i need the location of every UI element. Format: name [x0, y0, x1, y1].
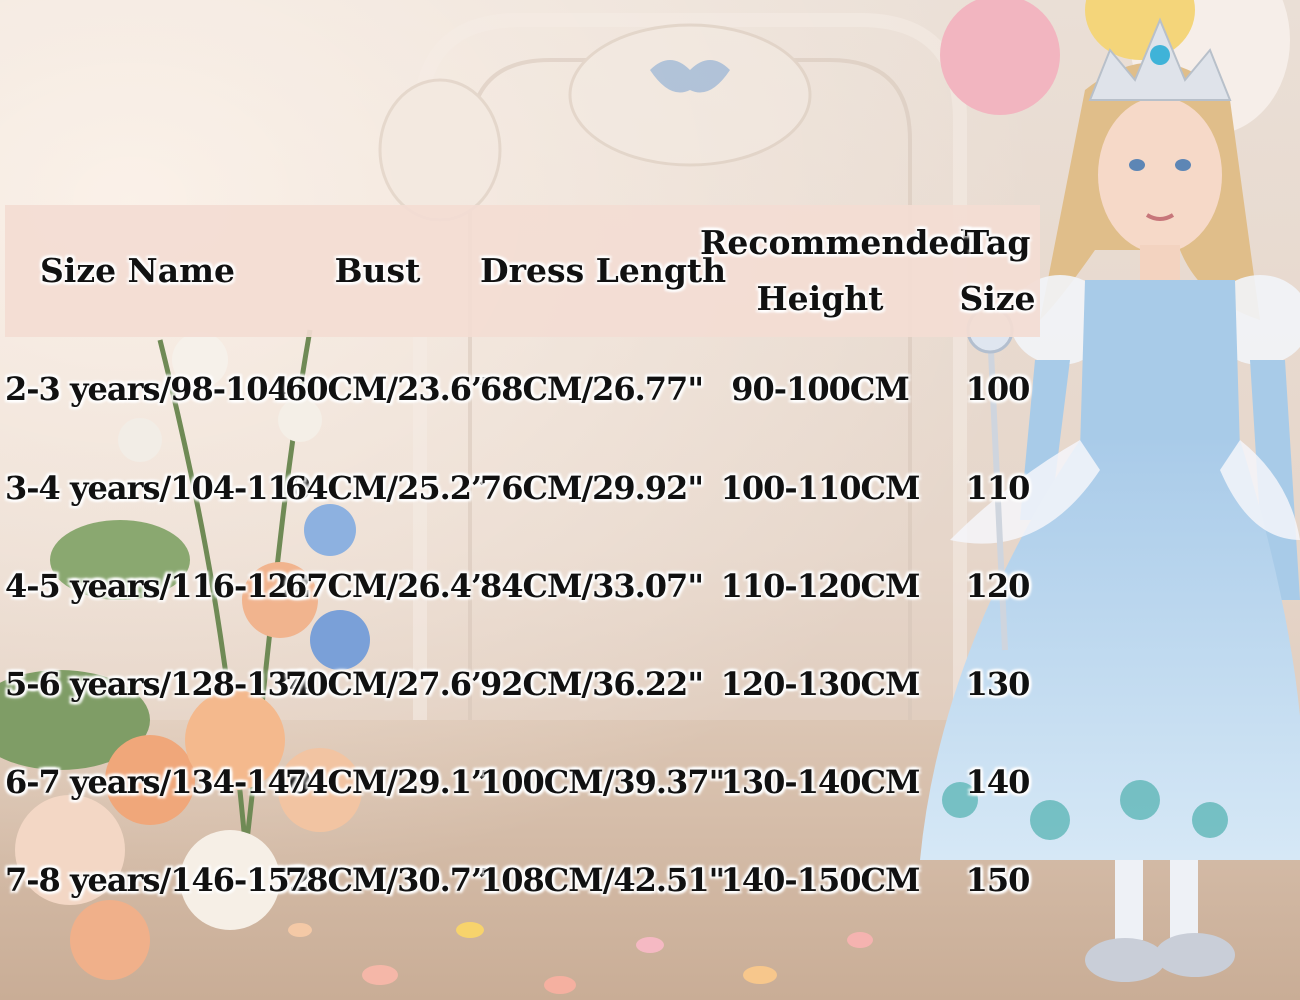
cell-dress-length: 100CM/39.37" — [480, 763, 725, 801]
cell-size-name: 4-5 years/116-122 — [5, 567, 311, 605]
cell-size-name: 6-7 years/134-140 — [5, 763, 311, 801]
header-recommended-height-line2: Height — [756, 279, 884, 318]
header-dress-length: Dress Length — [480, 251, 727, 290]
table-row: 2-3 years/98-104 60CM/23.6” 68CM/26.77" … — [0, 362, 1300, 418]
cell-dress-length: 68CM/26.77" — [480, 370, 704, 408]
cell-bust: 60CM/23.6” — [285, 370, 489, 408]
cell-bust: 74CM/29.1” — [285, 763, 489, 801]
cell-size-name: 3-4 years/104-110 — [5, 469, 311, 507]
cell-dress-length: 92CM/36.22" — [480, 665, 704, 703]
cell-dress-length: 76CM/29.92" — [480, 469, 704, 507]
cell-dress-length: 84CM/33.07" — [480, 567, 704, 605]
cell-bust: 78CM/30.7” — [285, 861, 489, 899]
cell-bust: 67CM/26.4” — [285, 567, 489, 605]
header-size-name: Size Name — [39, 251, 236, 290]
cell-size-name: 5-6 years/128-134 — [5, 665, 311, 703]
cell-height: 130-140CM — [720, 763, 921, 801]
table-row: 6-7 years/134-140 74CM/29.1” 100CM/39.37… — [0, 755, 1300, 811]
cell-tag-size: 100 — [965, 370, 1031, 408]
header-tag-size-line1: Tag — [964, 223, 1031, 262]
table-row: 5-6 years/128-134 70CM/27.6” 92CM/36.22"… — [0, 657, 1300, 713]
table-row: 4-5 years/116-122 67CM/26.4” 84CM/33.07"… — [0, 559, 1300, 615]
cell-bust: 64CM/25.2” — [285, 469, 489, 507]
cell-height: 90-100CM — [731, 370, 910, 408]
cell-height: 110-120CM — [720, 567, 921, 605]
cell-bust: 70CM/27.6” — [285, 665, 489, 703]
cell-dress-length: 108CM/42.51" — [480, 861, 725, 899]
header-bust: Bust — [334, 251, 421, 290]
cell-size-name: 2-3 years/98-104 — [5, 370, 290, 408]
header-recommended-height-line1: Recommended — [700, 223, 973, 262]
table-row: 3-4 years/104-110 64CM/25.2” 76CM/29.92"… — [0, 461, 1300, 517]
cell-tag-size: 120 — [965, 567, 1031, 605]
cell-size-name: 7-8 years/146-152 — [5, 861, 311, 899]
cell-tag-size: 110 — [965, 469, 1031, 507]
cell-tag-size: 150 — [965, 861, 1031, 899]
cell-height: 140-150CM — [720, 861, 921, 899]
cell-tag-size: 130 — [965, 665, 1031, 703]
cell-height: 120-130CM — [720, 665, 921, 703]
cell-tag-size: 140 — [965, 763, 1031, 801]
table-row: 7-8 years/146-152 78CM/30.7” 108CM/42.51… — [0, 853, 1300, 909]
header-tag-size-line2: Size — [959, 279, 1036, 318]
cell-height: 100-110CM — [720, 469, 921, 507]
